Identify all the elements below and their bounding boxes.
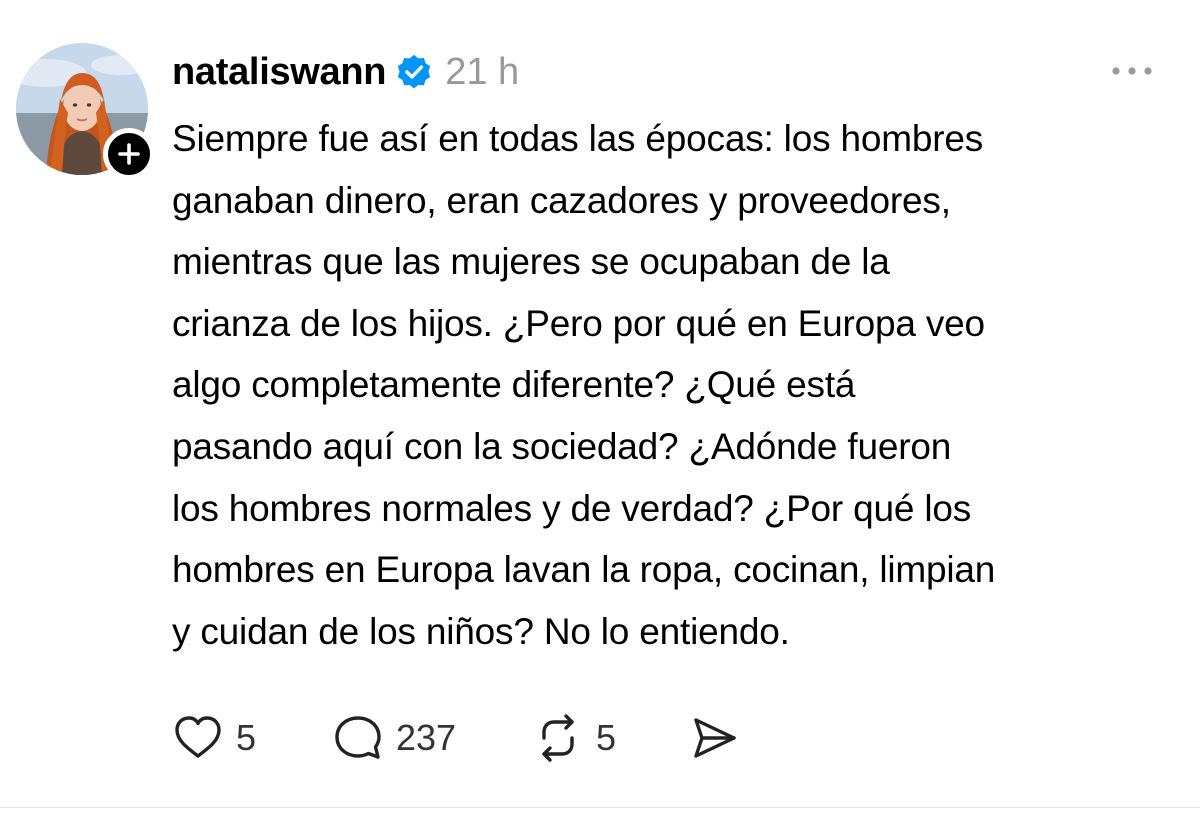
more-icon[interactable] bbox=[1110, 64, 1154, 78]
username[interactable]: nataliswann bbox=[172, 51, 387, 94]
action-bar: 5 237 5 bbox=[172, 710, 740, 766]
post-text-line: crianza de los hijos. ¿Pero por qué en E… bbox=[172, 302, 985, 344]
divider bbox=[0, 807, 1200, 808]
thread-post: nataliswann 21 h Siempre fue así en toda… bbox=[0, 0, 1200, 816]
post-header: nataliswann 21 h bbox=[172, 46, 519, 98]
share-button[interactable] bbox=[688, 712, 740, 764]
like-count: 5 bbox=[236, 717, 257, 758]
like-button[interactable]: 5 bbox=[172, 712, 332, 764]
post-text-line: pasando aquí con la sociedad? ¿Adónde fu… bbox=[172, 425, 952, 467]
repost-count: 5 bbox=[596, 717, 617, 758]
repost-icon bbox=[542, 714, 574, 762]
repost-button[interactable]: 5 bbox=[532, 712, 688, 764]
post-text-line: y cuidan de los niños? No lo entiendo. bbox=[172, 610, 790, 652]
post-text-line: algo completamente diferente? ¿Qué está bbox=[172, 364, 856, 406]
send-icon bbox=[694, 718, 736, 758]
comment-icon bbox=[335, 716, 381, 759]
post-text-line: ganaban dinero, eran cazadores y proveed… bbox=[172, 179, 951, 221]
heart-icon bbox=[175, 716, 221, 758]
post-text-line: los hombres normales y de verdad? ¿Por q… bbox=[172, 487, 972, 529]
reply-button[interactable]: 237 bbox=[332, 712, 532, 764]
post-text-line: hombres en Europa lavan la ropa, cocinan… bbox=[172, 549, 996, 591]
post-text: Siempre fue así en todas las épocas: los… bbox=[172, 108, 1182, 662]
follow-button[interactable] bbox=[103, 128, 155, 180]
post-text-line: Siempre fue así en todas las épocas: los… bbox=[172, 118, 984, 159]
post-text-line: mientras que las mujeres se ocupaban de … bbox=[172, 241, 890, 283]
plus-icon bbox=[118, 143, 140, 165]
reply-count: 237 bbox=[396, 717, 457, 758]
verified-badge-icon bbox=[398, 54, 431, 89]
post-timestamp: 21 h bbox=[445, 50, 520, 93]
